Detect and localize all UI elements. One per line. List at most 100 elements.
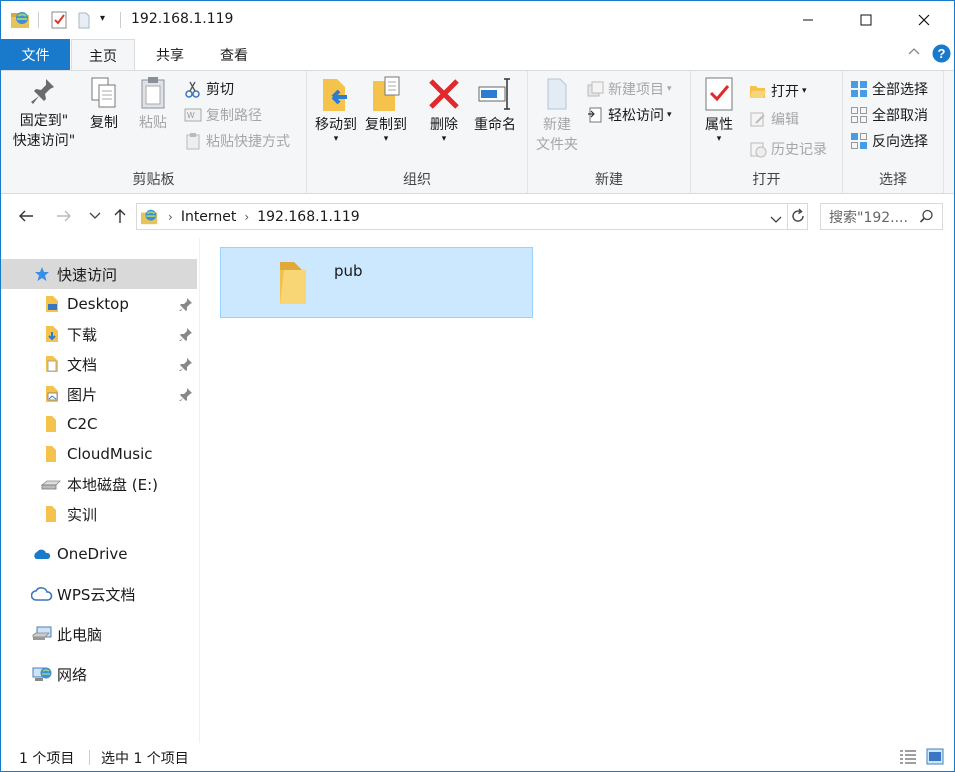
tab-view[interactable]: 查看 — [202, 39, 266, 70]
nav-item-pictures[interactable]: 图片 — [1, 379, 197, 409]
properties-icon — [705, 77, 733, 111]
nav-network[interactable]: 网络 — [1, 659, 197, 689]
open-button[interactable]: 打开 ▾ — [749, 79, 807, 103]
paste-shortcut-icon — [186, 133, 200, 150]
nav-item-local-disk-e[interactable]: 本地磁盘 (E:) — [1, 469, 197, 499]
new-item-icon — [587, 81, 604, 97]
select-none-button[interactable]: 全部取消 — [850, 103, 928, 127]
invert-selection-button[interactable]: 反向选择 — [850, 129, 928, 153]
minimize-button[interactable] — [779, 1, 837, 39]
nav-item-documents[interactable]: 文档 — [1, 349, 197, 379]
breadcrumb-internet[interactable]: Internet — [181, 209, 237, 225]
refresh-icon[interactable] — [790, 208, 806, 228]
up-arrow-icon — [114, 209, 126, 223]
invert-selection-icon — [851, 133, 867, 149]
scissors-icon — [185, 81, 200, 98]
pin-icon[interactable] — [179, 327, 193, 345]
onedrive-cloud-icon — [32, 547, 52, 561]
address-bar[interactable]: › Internet › 192.168.1.119 — [136, 203, 808, 230]
cut-button[interactable]: 剪切 — [184, 77, 234, 101]
recent-locations-button[interactable] — [84, 205, 106, 227]
pin-icon[interactable] — [179, 387, 193, 405]
pin-icon[interactable] — [179, 297, 193, 315]
folder-tile[interactable]: pub — [220, 247, 533, 318]
delete-button[interactable]: 删除 ▾ — [424, 75, 464, 144]
folder-name: pub — [334, 262, 363, 280]
ribbon: 固定到" 快速访问" 复制 粘贴 剪切 W 复制路径 粘贴快捷方式 剪贴板 移动… — [1, 70, 954, 194]
close-icon — [918, 14, 930, 26]
pin-icon[interactable] — [179, 357, 193, 375]
nav-item-shixun[interactable]: 实训 — [1, 499, 197, 529]
tab-share[interactable]: 共享 — [138, 39, 202, 70]
tab-home[interactable]: 主页 — [71, 39, 135, 71]
computer-icon — [32, 626, 52, 642]
address-dropdown-icon[interactable] — [770, 212, 782, 228]
nav-item-cloudmusic[interactable]: CloudMusic — [1, 439, 197, 469]
paste-shortcut-button[interactable]: 粘贴快捷方式 — [184, 129, 290, 153]
copy-icon — [91, 77, 116, 108]
network-location-icon — [140, 208, 160, 226]
forward-arrow-icon — [57, 210, 71, 222]
file-list: pub — [201, 238, 954, 743]
properties-button[interactable]: 属性 ▾ — [699, 75, 739, 144]
documents-folder-icon — [44, 355, 60, 373]
new-folder-quick-icon[interactable] — [76, 10, 92, 34]
customize-toolbar-chevron-icon[interactable]: ▾ — [100, 13, 105, 24]
copy-to-button[interactable]: 复制到 ▾ — [362, 75, 410, 144]
easy-access-button[interactable]: 轻松访问 ▾ — [586, 103, 672, 127]
rename-button[interactable]: 重命名 — [469, 75, 521, 135]
move-to-button[interactable]: 移动到 ▾ — [312, 75, 360, 144]
window-title: 192.168.1.119 — [131, 11, 234, 27]
explorer-window: ▾ 192.168.1.119 文件 主页 共享 查看 ? 固定到" 快速访问"… — [0, 0, 955, 772]
edit-button[interactable]: 编辑 — [749, 107, 799, 131]
large-icons-view-icon[interactable] — [926, 748, 944, 769]
shared-folder-icon — [276, 256, 314, 312]
paste-button[interactable]: 粘贴 — [134, 75, 172, 133]
desktop-folder-icon — [44, 295, 60, 313]
copy-path-button[interactable]: W 复制路径 — [184, 103, 262, 127]
clipboard-group: 固定到" 快速访问" 复制 粘贴 剪切 W 复制路径 粘贴快捷方式 剪贴板 — [1, 71, 307, 193]
back-button[interactable] — [15, 205, 37, 227]
nav-item-c2c[interactable]: C2C — [1, 409, 197, 439]
collapse-ribbon-chevron-icon[interactable] — [907, 45, 921, 59]
breadcrumb-chevron-icon[interactable]: › — [244, 210, 249, 224]
paste-icon — [141, 77, 165, 109]
nav-wps-cloud[interactable]: WPS云文档 — [1, 579, 197, 609]
chevron-down-icon — [89, 212, 101, 219]
history-button[interactable]: 历史记录 — [749, 137, 827, 161]
select-all-button[interactable]: 全部选择 — [850, 77, 928, 101]
nav-onedrive[interactable]: OneDrive — [1, 539, 197, 569]
forward-button[interactable] — [53, 205, 75, 227]
help-icon[interactable]: ? — [932, 44, 951, 67]
easy-access-icon — [588, 107, 602, 123]
breadcrumb-chevron-icon[interactable]: › — [168, 210, 173, 224]
breadcrumb-host[interactable]: 192.168.1.119 — [257, 209, 359, 225]
search-input[interactable]: 搜索"192.... — [820, 203, 943, 230]
star-icon — [34, 266, 50, 282]
organize-group-label: 组织 — [403, 172, 431, 188]
close-button[interactable] — [895, 1, 953, 39]
drive-icon — [41, 477, 61, 491]
copy-button[interactable]: 复制 — [85, 75, 123, 133]
search-icon — [919, 209, 934, 228]
up-button[interactable] — [109, 205, 131, 227]
nav-this-pc[interactable]: 此电脑 — [1, 619, 197, 649]
new-item-button[interactable]: 新建项目 ▾ — [586, 77, 672, 101]
network-folder-icon[interactable] — [10, 10, 32, 34]
maximize-icon — [860, 14, 872, 26]
new-group: 新建 文件夹 新建项目 ▾ 轻松访问 ▾ 新建 — [528, 71, 691, 193]
clipboard-group-label: 剪贴板 — [132, 172, 175, 188]
nav-item-desktop[interactable]: Desktop — [1, 289, 197, 319]
organize-group: 移动到 ▾ 复制到 ▾ 删除 ▾ 重命名 组织 — [307, 71, 528, 193]
tab-file[interactable]: 文件 — [1, 39, 70, 70]
details-view-icon[interactable] — [899, 749, 917, 769]
properties-quick-icon[interactable] — [50, 10, 68, 34]
nav-item-downloads[interactable]: 下载 — [1, 319, 197, 349]
pin-to-quick-access-button[interactable]: 固定到" 快速访问" — [8, 75, 80, 151]
svg-text:W: W — [187, 111, 195, 120]
title-bar: ▾ 192.168.1.119 — [1, 1, 954, 39]
maximize-button[interactable] — [837, 1, 895, 39]
nav-quick-access[interactable]: 快速访问 — [1, 259, 197, 289]
new-folder-button[interactable]: 新建 文件夹 — [532, 75, 582, 155]
navigation-pane: 快速访问 Desktop 下载 文档 图片 C2C CloudMusic 本地磁… — [1, 238, 200, 743]
